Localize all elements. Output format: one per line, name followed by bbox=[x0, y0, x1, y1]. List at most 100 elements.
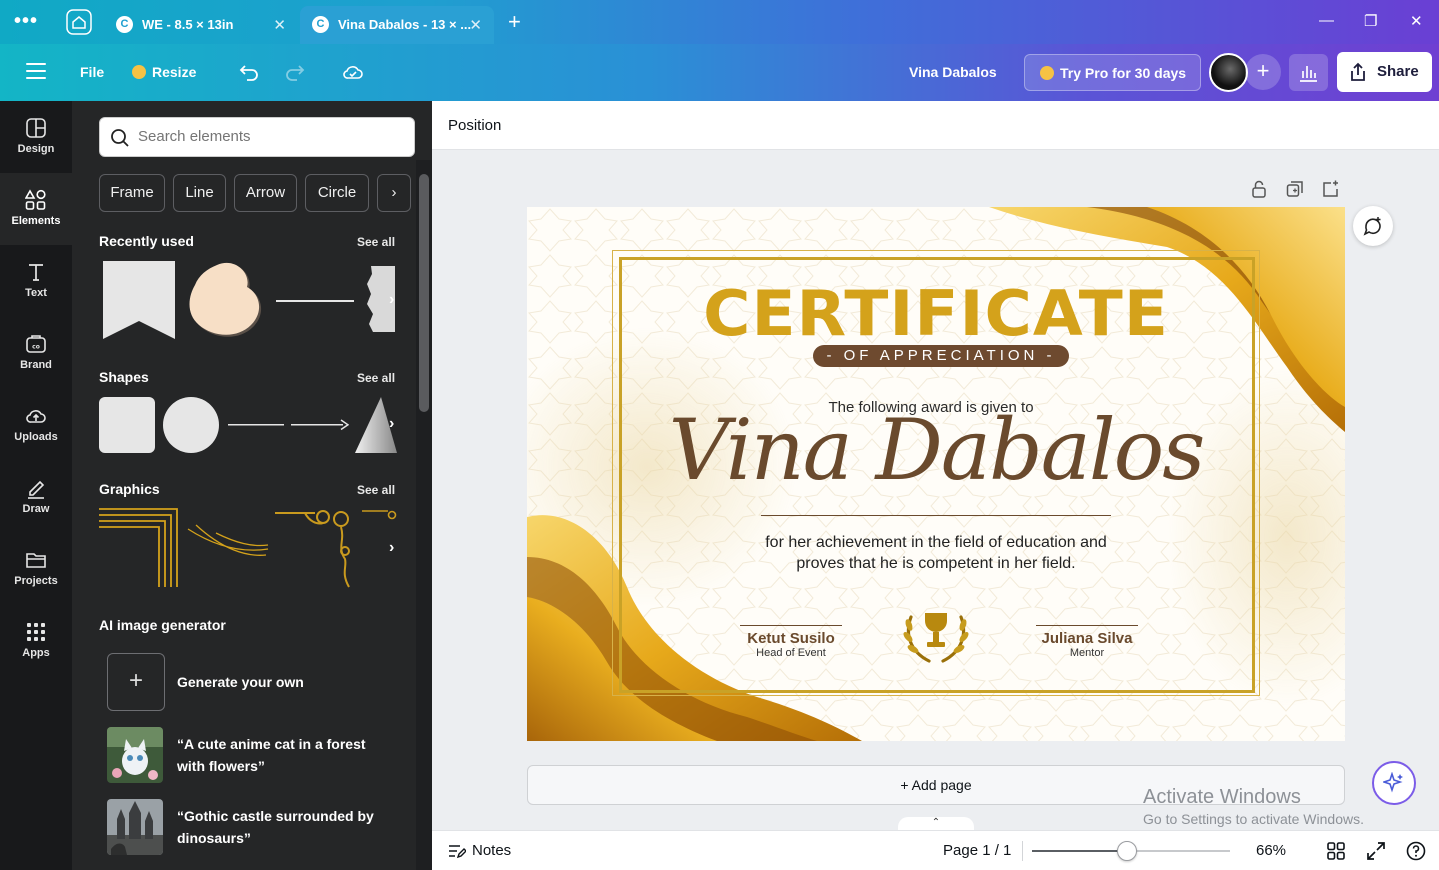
main-menu-icon[interactable] bbox=[26, 63, 46, 79]
grid-view-icon[interactable] bbox=[1326, 841, 1346, 861]
browser-tab-vina[interactable]: C Vina Dabalos - 13 × ... ✕ bbox=[300, 6, 494, 44]
close-tab-icon[interactable]: ✕ bbox=[469, 16, 482, 34]
zoom-slider-knob[interactable] bbox=[1117, 841, 1138, 861]
fullscreen-icon[interactable] bbox=[1366, 841, 1386, 861]
generate-own-label: Generate your own bbox=[177, 674, 304, 690]
tab-title: Vina Dabalos - 13 × ... bbox=[338, 17, 472, 32]
chip-frame[interactable]: Frame bbox=[99, 174, 165, 212]
uploads-icon bbox=[26, 410, 46, 423]
close-window-icon[interactable]: ✕ bbox=[1410, 12, 1423, 30]
zoom-slider[interactable] bbox=[1032, 841, 1230, 861]
tab-title: WE - 8.5 × 13in bbox=[142, 17, 234, 32]
ai-generator-title: AI image generator bbox=[99, 617, 226, 633]
chip-line[interactable]: Line bbox=[173, 174, 226, 212]
panel-scrollbar-thumb[interactable] bbox=[419, 174, 429, 412]
rail-label: Uploads bbox=[14, 431, 58, 443]
rail-label: Projects bbox=[14, 575, 58, 587]
file-menu[interactable]: File bbox=[80, 64, 104, 80]
rail-item-projects[interactable]: Projects bbox=[0, 533, 72, 605]
panel-scrollbar[interactable] bbox=[416, 160, 432, 870]
rail-label: Design bbox=[17, 143, 55, 155]
chip-circle[interactable]: Circle bbox=[305, 174, 369, 212]
signature-juliana[interactable]: Juliana Silva Mentor bbox=[1002, 625, 1172, 659]
crown-icon bbox=[132, 65, 146, 79]
try-pro-button[interactable]: Try Pro for 30 days bbox=[1024, 54, 1201, 91]
add-comment-button[interactable] bbox=[1353, 206, 1393, 246]
crown-icon bbox=[1040, 66, 1054, 80]
close-tab-icon[interactable]: ✕ bbox=[273, 16, 286, 34]
minimize-icon[interactable]: — bbox=[1319, 12, 1334, 29]
gold-ornament-thumb[interactable] bbox=[362, 507, 398, 527]
generate-own-item[interactable]: + Generate your own bbox=[107, 653, 407, 711]
shapes-see-all[interactable]: See all bbox=[357, 371, 395, 385]
graphics-see-all[interactable]: See all bbox=[357, 483, 395, 497]
duplicate-page-icon[interactable] bbox=[1286, 180, 1304, 198]
resize-button[interactable]: Resize bbox=[132, 64, 196, 80]
position-button[interactable]: Position bbox=[448, 117, 501, 134]
ai-prompt-cat-item[interactable]: “A cute anime cat in a forest with flowe… bbox=[107, 727, 407, 783]
redo-icon[interactable] bbox=[283, 60, 307, 84]
rail-label: Draw bbox=[22, 503, 50, 515]
gold-ornament-corner-thumb[interactable] bbox=[275, 507, 355, 589]
square-shape-thumb[interactable] bbox=[99, 397, 155, 453]
search-input[interactable] bbox=[138, 128, 398, 145]
zoom-slider-fill bbox=[1032, 850, 1128, 852]
search-box[interactable] bbox=[99, 117, 415, 157]
rail-item-draw[interactable]: Draw bbox=[0, 461, 72, 533]
add-collaborator-icon[interactable]: + bbox=[1245, 54, 1281, 90]
zoom-level[interactable]: 66% bbox=[1256, 842, 1286, 859]
line-thumb[interactable] bbox=[276, 299, 354, 303]
ai-prompt-castle-item[interactable]: “Gothic castle surrounded by dinosaurs” bbox=[107, 799, 407, 855]
certificate-subtitle[interactable]: - OF APPRECIATION - bbox=[813, 345, 1069, 367]
arrow-shape-thumb[interactable] bbox=[291, 419, 349, 431]
achievement-text[interactable]: for her achievement in the field of educ… bbox=[727, 532, 1145, 574]
magic-assistant-button[interactable] bbox=[1372, 761, 1416, 805]
browser-tab-we[interactable]: C WE - 8.5 × 13in ✕ bbox=[104, 6, 298, 44]
blob-shape-thumb[interactable] bbox=[187, 261, 267, 341]
add-page-icon[interactable] bbox=[1322, 180, 1340, 198]
chips-next-icon[interactable]: › bbox=[377, 174, 411, 212]
text-icon bbox=[29, 264, 43, 281]
certificate-page[interactable]: CERTIFICATE - OF APPRECIATION - The foll… bbox=[527, 207, 1345, 741]
design-title[interactable]: Vina Dabalos bbox=[909, 64, 997, 80]
restore-icon[interactable]: ❐ bbox=[1364, 12, 1377, 30]
help-icon[interactable] bbox=[1406, 841, 1426, 861]
insights-button[interactable] bbox=[1289, 54, 1328, 91]
new-tab-icon[interactable]: + bbox=[508, 9, 521, 35]
rail-item-text[interactable]: Text bbox=[0, 245, 72, 317]
recent-next-icon[interactable]: › bbox=[389, 291, 394, 309]
search-icon bbox=[111, 129, 129, 147]
notes-button[interactable]: Notes bbox=[448, 842, 511, 859]
gold-swirl-lines-thumb[interactable] bbox=[186, 519, 270, 561]
home-icon[interactable] bbox=[66, 9, 92, 35]
chip-arrow[interactable]: Arrow bbox=[234, 174, 297, 212]
graphics-next-icon[interactable]: › bbox=[389, 539, 394, 557]
share-button[interactable]: Share bbox=[1337, 52, 1432, 92]
ai-prompt-castle-line1: “Gothic castle surrounded by bbox=[177, 808, 374, 824]
cloud-save-icon[interactable] bbox=[341, 60, 365, 84]
rail-item-design[interactable]: Design bbox=[0, 101, 72, 173]
avatar[interactable] bbox=[1209, 53, 1248, 92]
rail-item-apps[interactable]: Apps bbox=[0, 605, 72, 677]
line-shape-thumb[interactable] bbox=[228, 423, 284, 427]
rail-item-elements[interactable]: Elements bbox=[0, 173, 72, 245]
recipient-name[interactable]: Vina Dabalos bbox=[527, 401, 1345, 499]
circle-shape-thumb[interactable] bbox=[163, 397, 219, 453]
recently-used-see-all[interactable]: See all bbox=[357, 235, 395, 249]
page-indicator[interactable]: Page 1 / 1 bbox=[943, 842, 1011, 859]
show-pages-handle[interactable]: ⌃ bbox=[898, 817, 974, 831]
rail-item-uploads[interactable]: Uploads bbox=[0, 389, 72, 461]
browser-menu-icon[interactable]: ••• bbox=[14, 10, 38, 33]
undo-icon[interactable] bbox=[237, 60, 261, 84]
shapes-next-icon[interactable]: › bbox=[389, 415, 394, 433]
gold-corner-lines-thumb[interactable] bbox=[99, 507, 179, 587]
banner-shape-thumb[interactable] bbox=[103, 261, 175, 341]
side-rail: Design Elements Text co Brand Uploads Dr… bbox=[0, 101, 72, 870]
notes-icon bbox=[449, 845, 466, 859]
lock-icon[interactable] bbox=[1250, 180, 1268, 198]
bottom-bar: Notes Page 1 / 1 66% bbox=[432, 830, 1439, 870]
trophy-laurel-icon[interactable] bbox=[901, 607, 971, 667]
rail-item-brand[interactable]: co Brand bbox=[0, 317, 72, 389]
certificate-title[interactable]: CERTIFICATE bbox=[527, 277, 1345, 350]
signature-ketut[interactable]: Ketut Susilo Head of Event bbox=[706, 625, 876, 659]
